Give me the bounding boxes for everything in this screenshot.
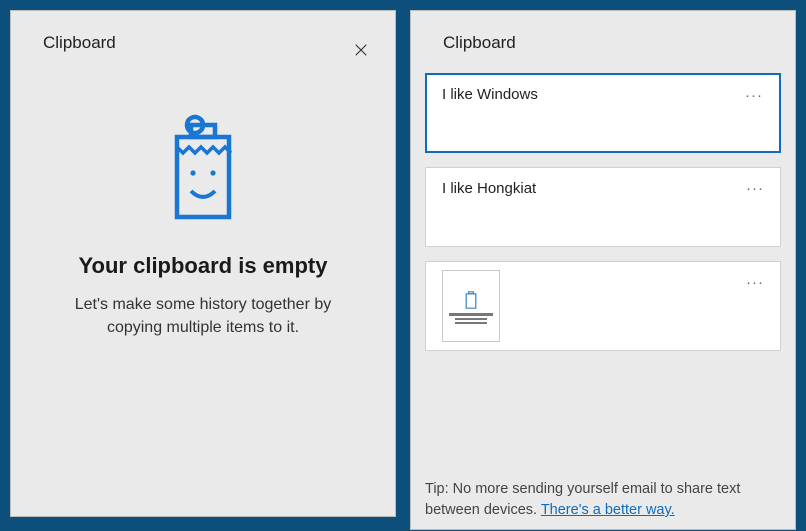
clipboard-smile-icon bbox=[463, 289, 479, 311]
clipboard-item-text: I like Hongkiat bbox=[442, 180, 764, 197]
item-more-button[interactable]: ··· bbox=[745, 87, 763, 104]
clipboard-history-panel: Clipboard I like Windows ··· I like Hong… bbox=[410, 10, 796, 530]
thumb-text-line bbox=[455, 322, 487, 324]
thumb-text-line bbox=[449, 313, 493, 316]
tip-link[interactable]: There's a better way. bbox=[541, 502, 675, 518]
close-icon bbox=[354, 43, 368, 57]
empty-subtext: Let's make some history together by copy… bbox=[53, 293, 353, 339]
clipboard-image-thumbnail bbox=[442, 270, 500, 342]
clipboard-item[interactable]: ··· bbox=[425, 261, 781, 351]
panel-title: Clipboard bbox=[11, 11, 395, 53]
empty-heading: Your clipboard is empty bbox=[79, 253, 328, 279]
clipboard-item[interactable]: I like Windows ··· bbox=[425, 73, 781, 153]
item-more-button[interactable]: ··· bbox=[746, 274, 764, 291]
thumb-text-line bbox=[455, 318, 487, 320]
more-icon: ··· bbox=[746, 274, 764, 291]
panel-title: Clipboard bbox=[411, 11, 795, 53]
close-button[interactable] bbox=[352, 41, 370, 59]
clipboard-item-text: I like Windows bbox=[442, 86, 764, 103]
item-more-button[interactable]: ··· bbox=[746, 180, 764, 197]
history-list: I like Windows ··· I like Hongkiat ··· bbox=[411, 53, 795, 351]
clipboard-item[interactable]: I like Hongkiat ··· bbox=[425, 167, 781, 247]
clipboard-empty-panel: Clipboard Your clipboard is empty Let's … bbox=[10, 10, 396, 517]
more-icon: ··· bbox=[746, 180, 764, 197]
empty-state: Your clipboard is empty Let's make some … bbox=[11, 53, 395, 339]
clipboard-smile-icon bbox=[163, 113, 243, 223]
more-icon: ··· bbox=[745, 87, 763, 104]
tip-bar: Tip: No more sending yourself email to s… bbox=[425, 479, 781, 521]
